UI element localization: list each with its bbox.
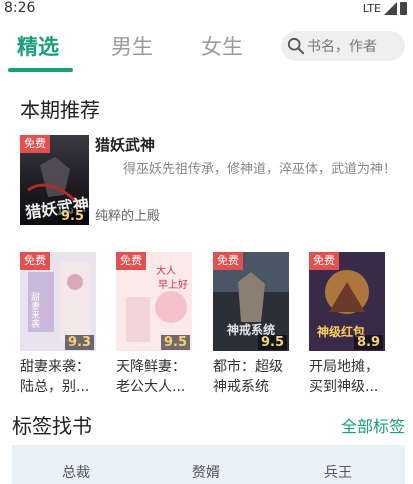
book-card[interactable]: 神戒系统 免费 9.5 都市：超级神戒系统 xyxy=(213,252,291,397)
status-icons: LTE xyxy=(363,2,407,15)
svg-text:早上好: 早上好 xyxy=(158,279,188,291)
book-cover: 甜妻来袭 免费 9.3 xyxy=(20,252,96,351)
rating-badge: 8.9 xyxy=(353,335,383,350)
rating-badge: 9.5 xyxy=(257,335,287,350)
section-title-tags: 标签找书 xyxy=(12,414,92,438)
status-time: 8:26 xyxy=(4,0,36,16)
featured-book-description: 得巫妖先祖传承，修神道，淬巫体，武道为神！ xyxy=(123,162,397,177)
tab-female[interactable]: 女生 xyxy=(201,31,243,61)
search-input[interactable]: 书名，作者 xyxy=(281,31,405,61)
tag-item[interactable]: 赘婿 xyxy=(192,462,220,482)
book-title: 开局地摊，买到神级... xyxy=(309,359,379,395)
section-title-recommend: 本期推荐 xyxy=(20,98,100,122)
free-badge: 免费 xyxy=(20,135,50,153)
featured-book-cover[interactable]: 猎妖武神 免费 9.5 xyxy=(20,135,89,225)
svg-text:大人: 大人 xyxy=(156,264,176,277)
book-card[interactable]: 甜妻来袭 免费 9.3 甜妻来袭：陆总，别... xyxy=(20,252,98,397)
free-badge: 免费 xyxy=(213,252,243,270)
search-placeholder: 书名，作者 xyxy=(307,39,377,55)
tab-featured[interactable]: 精选 xyxy=(17,31,59,61)
featured-book-title[interactable]: 猎妖武神 xyxy=(95,134,155,155)
network-type: LTE xyxy=(362,2,381,15)
active-tab-indicator xyxy=(8,68,73,72)
tag-item[interactable]: 兵王 xyxy=(324,462,352,482)
all-tags-link[interactable]: 全部标签 xyxy=(341,413,405,437)
tag-item[interactable]: 总裁 xyxy=(62,462,90,482)
top-nav: 精选 男生 女生 书名，作者 xyxy=(0,22,413,74)
rating-badge: 9.5 xyxy=(160,335,190,350)
battery-icon xyxy=(400,2,407,15)
book-cover: 神戒系统 免费 9.5 xyxy=(213,252,289,351)
featured-book-author: 纯粹的上殿 xyxy=(95,209,161,224)
search-icon xyxy=(287,37,305,55)
signal-icon xyxy=(384,2,397,15)
book-title: 天降鲜妻：老公大人... xyxy=(116,359,186,395)
free-badge: 免费 xyxy=(309,252,339,270)
book-cover: 大人 早上好 免费 9.5 xyxy=(116,252,192,351)
book-card[interactable]: 大人 早上好 免费 9.5 天降鲜妻：老公大人... xyxy=(116,252,194,397)
book-title: 甜妻来袭：陆总，别... xyxy=(20,359,90,395)
status-bar: 8:26 LTE xyxy=(0,0,413,20)
free-badge: 免费 xyxy=(20,252,50,270)
book-cover: 神级红包 免费 8.9 xyxy=(309,252,385,351)
book-card[interactable]: 神级红包 免费 8.9 开局地摊，买到神级... xyxy=(309,252,387,397)
free-badge: 免费 xyxy=(116,252,146,270)
svg-text:甜妻来袭: 甜妻来袭 xyxy=(29,291,40,329)
tag-panel: 总裁 赘婿 兵王 xyxy=(12,445,405,484)
rating-badge: 9.3 xyxy=(64,335,94,350)
book-title: 都市：超级神戒系统 xyxy=(213,359,283,395)
rating-badge: 9.5 xyxy=(57,209,87,224)
tab-male[interactable]: 男生 xyxy=(111,31,153,61)
